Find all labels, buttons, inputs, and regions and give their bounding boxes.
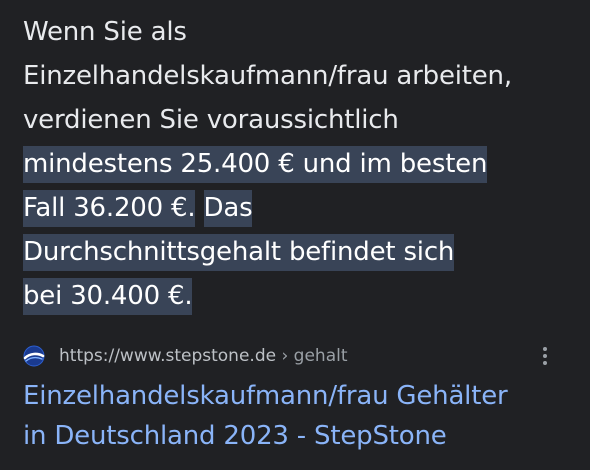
url-breadcrumb: › gehalt — [276, 346, 348, 366]
url-domain: https://www.stepstone.de — [59, 346, 277, 366]
snippet-line-highlighted: Durchschnittsgehalt befindet sich — [23, 230, 568, 274]
more-options-icon[interactable] — [532, 343, 558, 369]
snippet-line: Wenn Sie als — [23, 17, 187, 47]
result-url[interactable]: https://www.stepstone.de › gehalt — [59, 346, 348, 366]
result-title-line: in Deutschland 2023 - StepStone — [23, 421, 447, 451]
result-title-line: Einzelhandelskaufmann/frau Gehälter — [23, 381, 508, 411]
stepstone-globe-icon — [23, 345, 45, 367]
result-source[interactable]: https://www.stepstone.de › gehalt — [23, 341, 568, 371]
highlighted-text: Das — [203, 190, 253, 227]
snippet-line: Einzelhandelskaufmann/frau arbeiten, — [23, 61, 512, 91]
featured-snippet-text: Wenn Sie als Einzelhandelskaufmann/frau … — [23, 10, 568, 318]
result-title-link[interactable]: Einzelhandelskaufmann/frau Gehälter in D… — [23, 376, 568, 456]
snippet-line: verdienen Sie voraussichtlich — [23, 105, 399, 135]
snippet-line-highlighted: mindestens 25.400 € und im besten — [23, 142, 568, 186]
snippet-line-highlighted: Fall 36.200 €. Das — [23, 186, 568, 230]
search-result-card: Wenn Sie als Einzelhandelskaufmann/frau … — [0, 0, 590, 470]
highlighted-text: mindestens 25.400 € und im besten — [23, 146, 487, 183]
highlighted-text: Durchschnittsgehalt befindet sich — [23, 234, 454, 271]
snippet-line-highlighted: bei 30.400 €. — [23, 274, 568, 318]
highlighted-text: Fall 36.200 €. — [23, 190, 196, 227]
highlighted-text: bei 30.400 €. — [23, 278, 193, 315]
